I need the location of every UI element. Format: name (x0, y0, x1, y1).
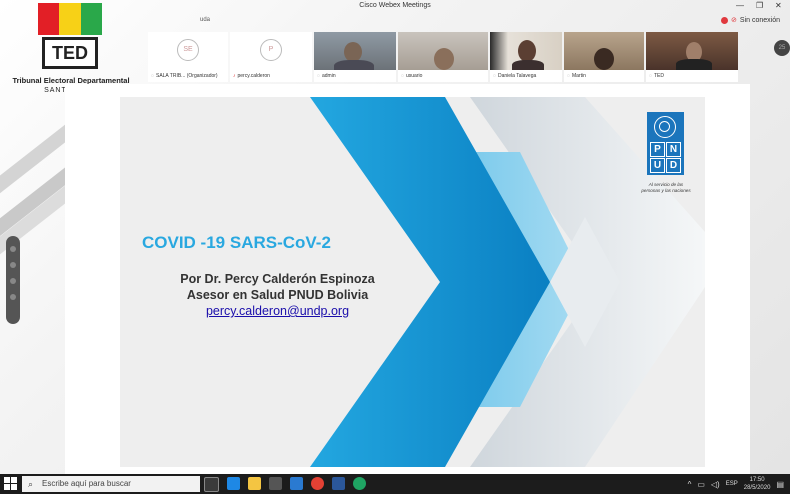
file-explorer-icon[interactable] (248, 477, 261, 490)
webex-icon[interactable] (353, 477, 366, 490)
slide-title: COVID -19 SARS-CoV-2 (142, 233, 331, 252)
participant-tile[interactable]: ◌ TED (646, 32, 738, 82)
task-view-icon[interactable] (204, 477, 219, 492)
undp-tagline: Al servicio de las personas y las nacion… (641, 182, 691, 193)
slide-role: Asesor en Salud PNUD Bolivia (186, 288, 369, 302)
participant-name: Daniela Talavega (497, 73, 537, 79)
toolbar-icon[interactable] (10, 262, 16, 268)
side-toolbar[interactable] (6, 236, 20, 324)
window-title: Cisco Webex Meetings (359, 2, 431, 9)
maximize-icon[interactable]: ❐ (756, 1, 763, 10)
no-connection-icon: ⊘ (731, 17, 737, 24)
participant-name: TED (653, 73, 664, 79)
mic-icon: ◌ (493, 73, 496, 79)
taskbar-apps (204, 477, 366, 492)
avatar: SE (177, 39, 199, 61)
search-icon: ⌕ (28, 479, 34, 489)
logo-letter: N (666, 142, 681, 157)
clock[interactable]: 17:50 28/5/2020 (744, 476, 771, 492)
participant-name: admin (321, 73, 336, 79)
mail-icon[interactable] (290, 477, 303, 490)
network-icon[interactable]: ▭ (697, 480, 705, 489)
toolbar-icon[interactable] (10, 294, 16, 300)
taskbar: ⌕ Escribe aquí para buscar ^ ▭ ◁) ESP 17… (0, 474, 790, 494)
logo-letter: P (650, 142, 665, 157)
edge-icon[interactable] (227, 477, 240, 490)
participant-tile[interactable]: ◌ Martin (564, 32, 644, 82)
participant-name: percy.calderon (237, 73, 270, 79)
windows-start-icon[interactable] (4, 477, 18, 491)
volume-icon[interactable]: ◁) (711, 480, 720, 489)
connection-status[interactable]: ⊘ Sin conexión (721, 16, 780, 24)
mic-icon: ◌ (567, 73, 570, 79)
recording-icon (721, 16, 729, 24)
participant-tile[interactable]: ◌ admin (314, 32, 396, 82)
language-indicator[interactable]: ESP (726, 481, 738, 487)
title-bar: Cisco Webex Meetings — ❐ ✕ (0, 0, 790, 12)
search-placeholder: Escribe aquí para buscar (42, 479, 131, 488)
participant-name: usuario (405, 73, 423, 79)
participant-name: Martin (571, 73, 586, 79)
connection-status-label: Sin conexión (739, 16, 780, 24)
participant-name: SALA TRIB... (Organizador) (155, 73, 218, 79)
participant-tile[interactable]: SE ◌ SALA TRIB... (Organizador) (148, 32, 228, 82)
participant-tile[interactable]: P ♪ percy.calderon (230, 32, 312, 82)
taskbar-search[interactable]: ⌕ Escribe aquí para buscar (22, 476, 200, 492)
more-participants-button[interactable]: 25 (774, 40, 790, 56)
flag-icon (38, 3, 102, 35)
ted-logo: TED (38, 3, 102, 71)
chevron-up-icon[interactable]: ^ (688, 480, 692, 489)
slide-author: Por Dr. Percy Calderón Espinoza (180, 272, 375, 286)
slide-email-link[interactable]: percy.calderon@undp.org (120, 304, 435, 318)
mic-muted-icon: ♪ (233, 73, 236, 79)
participant-tile[interactable]: ◌ usuario (398, 32, 488, 82)
participant-tile[interactable]: ◌ Daniela Talavega (490, 32, 562, 82)
clock-time: 17:50 (749, 477, 765, 483)
minimize-icon[interactable]: — (736, 1, 744, 10)
notifications-icon[interactable]: ▤ (776, 480, 784, 489)
globe-icon (654, 116, 676, 138)
clock-date: 28/5/2020 (743, 485, 771, 491)
chrome-icon[interactable] (311, 477, 324, 490)
mic-icon: ◌ (401, 73, 404, 79)
toolbar-icon[interactable] (10, 246, 16, 252)
menu-item[interactable]: uda (200, 17, 210, 23)
presentation-slide: COVID -19 SARS-CoV-2 Por Dr. Percy Calde… (120, 97, 705, 467)
mic-icon: ◌ (317, 73, 320, 79)
undp-logo: P N U D (647, 112, 684, 175)
word-icon[interactable] (332, 477, 345, 490)
logo-letter: D (666, 158, 681, 173)
system-tray: ^ ▭ ◁) ESP 17:50 28/5/2020 ▤ (688, 476, 784, 492)
close-icon[interactable]: ✕ (775, 1, 782, 10)
store-icon[interactable] (269, 477, 282, 490)
mic-icon: ◌ (151, 73, 154, 79)
toolbar-icon[interactable] (10, 278, 16, 284)
logo-text: TED (42, 37, 98, 69)
avatar: P (260, 39, 282, 61)
logo-letter: U (650, 158, 665, 173)
mic-icon: ◌ (649, 73, 652, 79)
